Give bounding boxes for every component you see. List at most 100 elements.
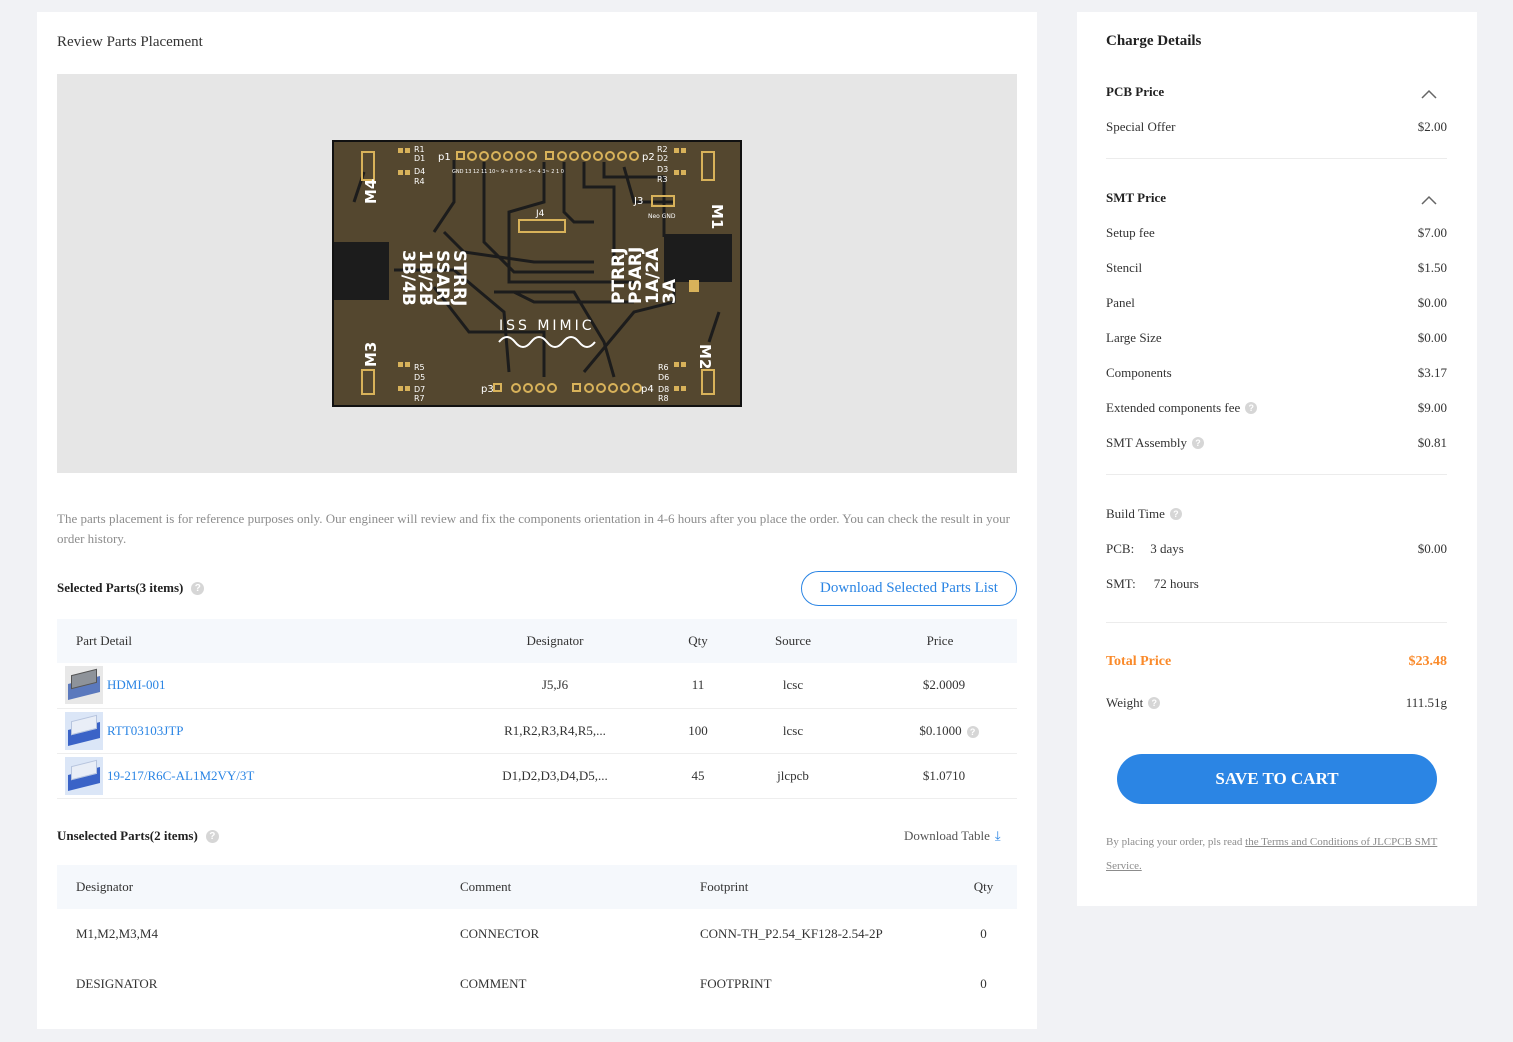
- pcb-label-neo-gnd: Neo GND: [648, 213, 676, 220]
- build-smt-hours: 72 hours: [1153, 576, 1199, 591]
- help-icon[interactable]: ?: [966, 725, 979, 738]
- svg-text:D4: D4: [414, 167, 425, 176]
- table-row: 19-217/R6C-AL1M2VY/3T D1,D2,D3,D4,D5,...…: [57, 753, 1017, 799]
- price-row-stencil: Stencil $1.50: [1106, 260, 1447, 276]
- part-thumbnail: [65, 756, 103, 795]
- help-icon[interactable]: ?: [1148, 697, 1161, 709]
- weight-label: Weight: [1106, 695, 1144, 710]
- download-table-label: Download Table: [904, 828, 990, 843]
- weight-value: 111.51g: [1405, 695, 1447, 710]
- selected-parts-table: Part Detail Designator Qty Source Price …: [57, 619, 1017, 799]
- footprint-cell: FOOTPRINT: [700, 976, 772, 991]
- pcb-label-p3: p3: [481, 384, 494, 395]
- table-row: RTT03103JTP R1,R2,R3,R4,R5,... 100 lcsc …: [57, 708, 1017, 754]
- table-row: HDMI-001 J5,J6 11 lcsc $2.0009: [57, 663, 1017, 709]
- svg-text:R3: R3: [657, 175, 668, 184]
- svg-text:D1: D1: [414, 154, 425, 163]
- pcb-label-m1: M1: [708, 204, 726, 229]
- pcb-label-p2: p2: [642, 152, 655, 163]
- price-cell: $1.0710: [863, 753, 1017, 799]
- pcb-label-j4: J4: [535, 209, 545, 219]
- part-link[interactable]: 19-217/R6C-AL1M2VY/3T: [107, 768, 254, 783]
- build-pcb-label: PCB:: [1106, 541, 1135, 556]
- pcb-label-j3: J3: [633, 196, 643, 207]
- help-icon[interactable]: ?: [1169, 508, 1182, 520]
- svg-text:R4: R4: [414, 177, 425, 186]
- pcb-label-right-block-4: 3A: [660, 278, 680, 304]
- help-icon[interactable]: ?: [205, 829, 219, 843]
- price-value: $3.17: [1417, 365, 1447, 380]
- designator-cell: D1,D2,D3,D4,D5,...: [437, 753, 673, 799]
- pcb-preview: p1 p2 p3 p4 J3 J4 Neo GND GND 13 12 11 1…: [57, 74, 1017, 473]
- chevron-up-icon[interactable]: [1420, 88, 1438, 100]
- download-selected-parts-button[interactable]: Download Selected Parts List: [801, 571, 1017, 606]
- svg-text:R1: R1: [414, 145, 425, 154]
- svg-text:R6: R6: [658, 363, 669, 372]
- price-value: $9.00: [1417, 400, 1447, 415]
- divider: [1106, 474, 1447, 475]
- svg-text:R2: R2: [657, 145, 668, 154]
- price-value: $0.81: [1417, 435, 1447, 450]
- source-cell: jlcpcb: [723, 753, 863, 799]
- price-value: $0.00: [1417, 295, 1447, 310]
- save-to-cart-button[interactable]: SAVE TO CART: [1117, 754, 1437, 804]
- unselected-parts-title: Unselected Parts(2 items) ?: [57, 828, 219, 844]
- col-source: Source: [723, 619, 863, 663]
- charge-details-panel: Charge Details PCB Price Special Offer $…: [1077, 12, 1477, 906]
- designator-cell: J5,J6: [437, 663, 673, 709]
- total-price-label: Total Price: [1106, 654, 1172, 669]
- source-cell: lcsc: [723, 663, 863, 709]
- svg-text:R8: R8: [658, 394, 669, 403]
- part-detail-cell: 19-217/R6C-AL1M2VY/3T: [57, 753, 437, 799]
- price-label: Extended components fee: [1106, 400, 1241, 415]
- svg-text:D2: D2: [657, 154, 668, 163]
- help-icon[interactable]: ?: [1192, 437, 1205, 449]
- qty-cell: 45: [673, 753, 723, 799]
- table-header-row: Designator Comment Footprint Qty: [57, 865, 1017, 909]
- qty-cell: 0: [980, 976, 987, 991]
- table-row: M1,M2,M3,M4 CONNECTOR CONN-TH_P2.54_KF12…: [57, 909, 1017, 959]
- help-icon[interactable]: ?: [1245, 402, 1258, 414]
- build-pcb-days: 3 days: [1150, 541, 1184, 556]
- total-price-row: Total Price $23.48: [1106, 654, 1447, 670]
- selected-parts-title: Selected Parts(3 items) ?: [57, 580, 205, 596]
- divider: [1106, 622, 1447, 623]
- build-time-row: Build Time?: [1106, 506, 1447, 522]
- build-time-label: Build Time: [1106, 506, 1165, 521]
- svg-text:D7: D7: [414, 385, 425, 394]
- chevron-up-icon[interactable]: [1420, 194, 1438, 206]
- total-price-value: $23.48: [1408, 654, 1448, 669]
- price-value: $0.1000: [919, 722, 962, 738]
- pcb-price-title: PCB Price: [1106, 84, 1165, 99]
- charge-details-title: Charge Details: [1106, 33, 1202, 49]
- part-thumbnail: [65, 666, 103, 705]
- part-link[interactable]: HDMI-001: [107, 677, 166, 692]
- download-table-link[interactable]: Download Table ⤓: [904, 828, 1001, 844]
- help-icon[interactable]: ?: [191, 581, 205, 595]
- col-qty: Qty: [673, 619, 723, 663]
- pcb-label-m2: M2: [696, 344, 714, 369]
- qty-cell: 11: [673, 663, 723, 709]
- comment-cell: CONNECTOR: [460, 926, 540, 941]
- part-detail-cell: HDMI-001: [57, 663, 437, 709]
- svg-text:R5: R5: [414, 363, 425, 372]
- price-label: SMT Assembly: [1106, 435, 1188, 450]
- price-label: Special Offer: [1106, 119, 1176, 134]
- price-value: $7.00: [1417, 225, 1447, 240]
- pcb-label-top-pins: GND 13 12 11 10~ 9~ 8 7 6~ 5~ 4 3~ 2 1 0: [452, 169, 564, 175]
- build-smt-label: SMT:: [1106, 576, 1136, 591]
- terms-prefix: By placing your order, pls read: [1106, 836, 1246, 848]
- terms-note: By placing your order, pls read the Term…: [1106, 830, 1451, 878]
- price-label: Setup fee: [1106, 225, 1155, 240]
- price-row-special-offer: Special Offer $2.00: [1106, 119, 1447, 135]
- pcb-graphic: p1 p2 p3 p4 J3 J4 Neo GND GND 13 12 11 1…: [334, 145, 732, 403]
- price-row-panel: Panel $0.00: [1106, 295, 1447, 311]
- part-link[interactable]: RTT03103JTP: [107, 723, 184, 738]
- pcb-label-m4: M4: [362, 179, 380, 204]
- price-cell: $2.0009: [863, 663, 1017, 709]
- table-row: DESIGNATOR COMMENT FOOTPRINT 0: [57, 959, 1017, 1009]
- download-icon: ⤓: [994, 828, 1001, 844]
- pcb-label-p1: p1: [438, 152, 451, 163]
- price-value: $0.00: [1417, 330, 1447, 345]
- footprint-cell: CONN-TH_P2.54_KF128-2.54-2P: [700, 926, 883, 941]
